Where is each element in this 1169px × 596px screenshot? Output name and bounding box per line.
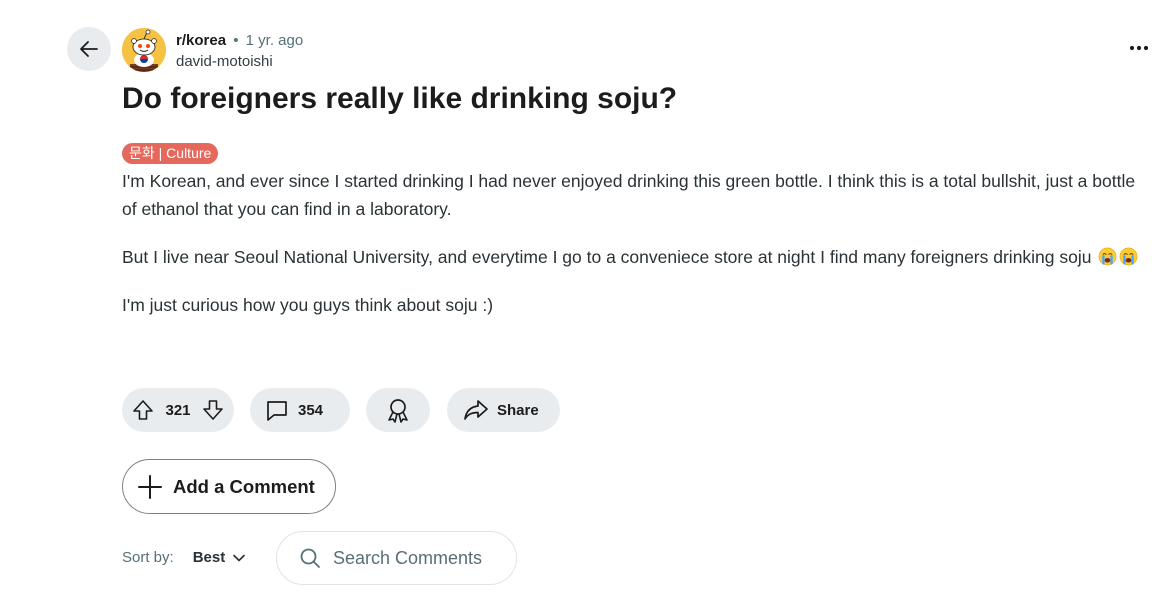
search-placeholder: Search Comments — [333, 547, 483, 568]
add-comment-button[interactable]: Add a Comment — [122, 459, 336, 514]
body-paragraph: I'm Korean, and ever since I started dri… — [122, 171, 1136, 219]
subreddit-avatar[interactable] — [122, 28, 166, 72]
award-icon — [388, 399, 408, 423]
comments-button[interactable]: 354 — [250, 388, 350, 432]
add-comment-label: Add a Comment — [173, 475, 315, 497]
body-paragraph-text: But I live near Seoul National Universit… — [122, 247, 1092, 267]
award-button[interactable] — [366, 388, 430, 432]
comment-icon — [267, 401, 287, 421]
post-flair[interactable]: 문화 | Culture — [122, 143, 219, 164]
search-icon — [300, 548, 320, 568]
share-icon — [464, 400, 488, 420]
comment-count: 354 — [298, 401, 324, 419]
post-title: Do foreigners really like drinking soju? — [122, 82, 678, 115]
arrow-left-icon — [80, 41, 98, 57]
sort-label: Sort by: — [122, 549, 174, 566]
vote-control: 321 — [122, 388, 234, 432]
sort-control: Sort by: Best — [122, 549, 246, 566]
sort-value: Best — [192, 549, 226, 566]
downvote-icon[interactable] — [202, 399, 224, 421]
subreddit-link[interactable]: r/korea — [176, 32, 226, 49]
sort-dropdown[interactable]: Best — [193, 549, 246, 566]
snoo-icon — [122, 28, 166, 72]
author-link[interactable]: david-motoishi — [176, 52, 303, 72]
body-paragraph-with-emoji: But I live near Seoul National Universit… — [122, 243, 1152, 271]
post-meta: r/korea • 1 yr. ago david-motoishi — [176, 31, 303, 72]
post-body: I'm Korean, and ever since I started dri… — [122, 167, 1152, 339]
search-comments-input[interactable]: Search Comments — [276, 531, 517, 585]
loudly-crying-face-icon — [1099, 247, 1117, 266]
loudly-crying-face-icon — [1120, 247, 1138, 266]
more-options-button[interactable] — [1124, 36, 1154, 60]
body-paragraph: I'm just curious how you guys think abou… — [122, 295, 494, 315]
upvote-icon[interactable] — [132, 399, 154, 421]
meta-separator: • — [233, 32, 239, 49]
share-label: Share — [497, 401, 539, 419]
chevron-down-icon — [233, 554, 246, 561]
share-button[interactable]: Share — [447, 388, 560, 432]
ellipsis-icon — [1129, 45, 1149, 51]
plus-icon — [138, 474, 162, 499]
vote-count: 321 — [165, 401, 191, 419]
post-time: 1 yr. ago — [245, 32, 304, 49]
back-button[interactable] — [67, 27, 111, 71]
